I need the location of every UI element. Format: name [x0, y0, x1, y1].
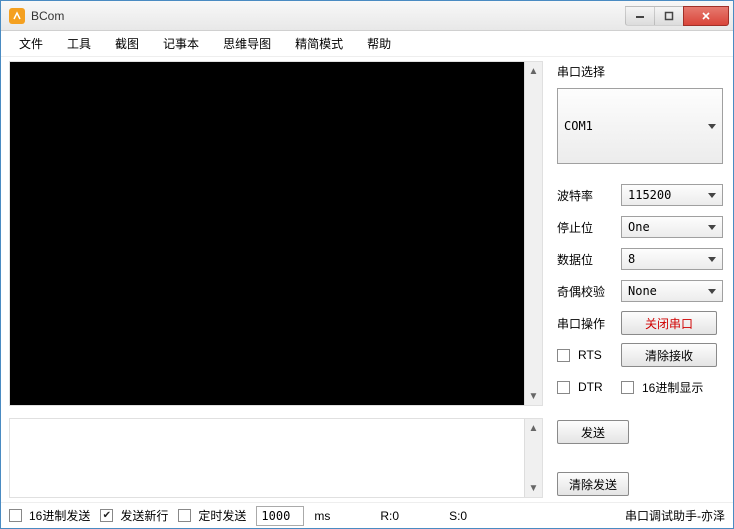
receive-scrollbar[interactable]: ▲ ▼ — [524, 62, 542, 405]
timed-send-label: 定时发送 — [198, 507, 246, 524]
left-pane: ▲ ▼ ▲ ▼ — [1, 57, 543, 502]
titlebar[interactable]: BCom — [1, 1, 733, 31]
hex-send-checkbox[interactable] — [9, 509, 22, 522]
clear-receive-button[interactable]: 清除接收 — [621, 343, 717, 367]
databits-label: 数据位 — [557, 251, 613, 268]
hex-display-label: 16进制显示 — [642, 379, 703, 396]
tx-counter: S:0 — [449, 509, 467, 523]
port-select[interactable]: COM1 — [557, 88, 723, 164]
parity-label: 奇偶校验 — [557, 283, 613, 300]
parity-select[interactable]: None — [621, 280, 723, 302]
databits-select[interactable]: 8 — [621, 248, 723, 270]
parity-value: None — [628, 284, 657, 298]
window-controls — [626, 6, 729, 26]
menu-help[interactable]: 帮助 — [357, 32, 401, 55]
scroll-track[interactable] — [525, 80, 542, 387]
stopbits-value: One — [628, 220, 650, 234]
send-scrollbar[interactable]: ▲ ▼ — [524, 419, 542, 497]
serial-op-label: 串口操作 — [557, 315, 613, 332]
right-pane: 串口选择 COM1 波特率 115200 停止位 One 数据位 8 奇偶校验 … — [543, 57, 733, 502]
statusbar: 16进制发送 发送新行 定时发送 ms R:0 S:0 串口调试助手-亦泽 — [1, 502, 733, 528]
stopbits-select[interactable]: One — [621, 216, 723, 238]
close-button[interactable] — [683, 6, 729, 26]
menu-notepad[interactable]: 记事本 — [153, 32, 209, 55]
close-serial-button[interactable]: 关闭串口 — [621, 311, 717, 335]
menu-simple-mode[interactable]: 精简模式 — [285, 32, 353, 55]
dtr-checkbox[interactable] — [557, 381, 570, 394]
rts-label: RTS — [578, 348, 602, 362]
menubar: 文件 工具 截图 记事本 思维导图 精简模式 帮助 — [1, 31, 733, 57]
interval-unit: ms — [314, 509, 330, 523]
scroll-down-icon[interactable]: ▼ — [525, 387, 542, 405]
send-textarea[interactable] — [10, 419, 524, 497]
newline-label: 发送新行 — [120, 507, 168, 524]
send-area-wrap: ▲ ▼ — [9, 418, 543, 498]
credit-label: 串口调试助手-亦泽 — [625, 507, 725, 524]
scroll-down-icon[interactable]: ▼ — [525, 479, 542, 497]
rx-counter: R:0 — [380, 509, 399, 523]
menu-file[interactable]: 文件 — [9, 32, 53, 55]
app-window: BCom 文件 工具 截图 记事本 思维导图 精简模式 帮助 ▲ — [0, 0, 734, 529]
send-button[interactable]: 发送 — [557, 420, 629, 444]
menu-tools[interactable]: 工具 — [57, 32, 101, 55]
receive-textarea[interactable] — [10, 62, 524, 405]
scroll-track[interactable] — [525, 437, 542, 479]
clear-send-button[interactable]: 清除发送 — [557, 472, 629, 496]
window-title: BCom — [31, 9, 626, 23]
port-value: COM1 — [564, 119, 593, 133]
baud-value: 115200 — [628, 188, 671, 202]
hex-display-checkbox[interactable] — [621, 381, 634, 394]
baud-select[interactable]: 115200 — [621, 184, 723, 206]
scroll-up-icon[interactable]: ▲ — [525, 62, 542, 80]
interval-input[interactable] — [256, 506, 304, 526]
content-area: ▲ ▼ ▲ ▼ 串口选择 COM1 波特率 115200 — [1, 57, 733, 502]
menu-mindmap[interactable]: 思维导图 — [213, 32, 281, 55]
maximize-button[interactable] — [654, 6, 684, 26]
scroll-up-icon[interactable]: ▲ — [525, 419, 542, 437]
timed-send-checkbox[interactable] — [178, 509, 191, 522]
databits-value: 8 — [628, 252, 635, 266]
receive-area-wrap: ▲ ▼ — [9, 61, 543, 406]
stopbits-label: 停止位 — [557, 219, 613, 236]
newline-checkbox[interactable] — [100, 509, 113, 522]
rts-checkbox[interactable] — [557, 349, 570, 362]
serial-section-label: 串口选择 — [557, 63, 723, 80]
minimize-button[interactable] — [625, 6, 655, 26]
dtr-label: DTR — [578, 380, 603, 394]
hex-send-label: 16进制发送 — [29, 507, 90, 524]
baud-label: 波特率 — [557, 187, 613, 204]
menu-screenshot[interactable]: 截图 — [105, 32, 149, 55]
app-icon — [9, 8, 25, 24]
